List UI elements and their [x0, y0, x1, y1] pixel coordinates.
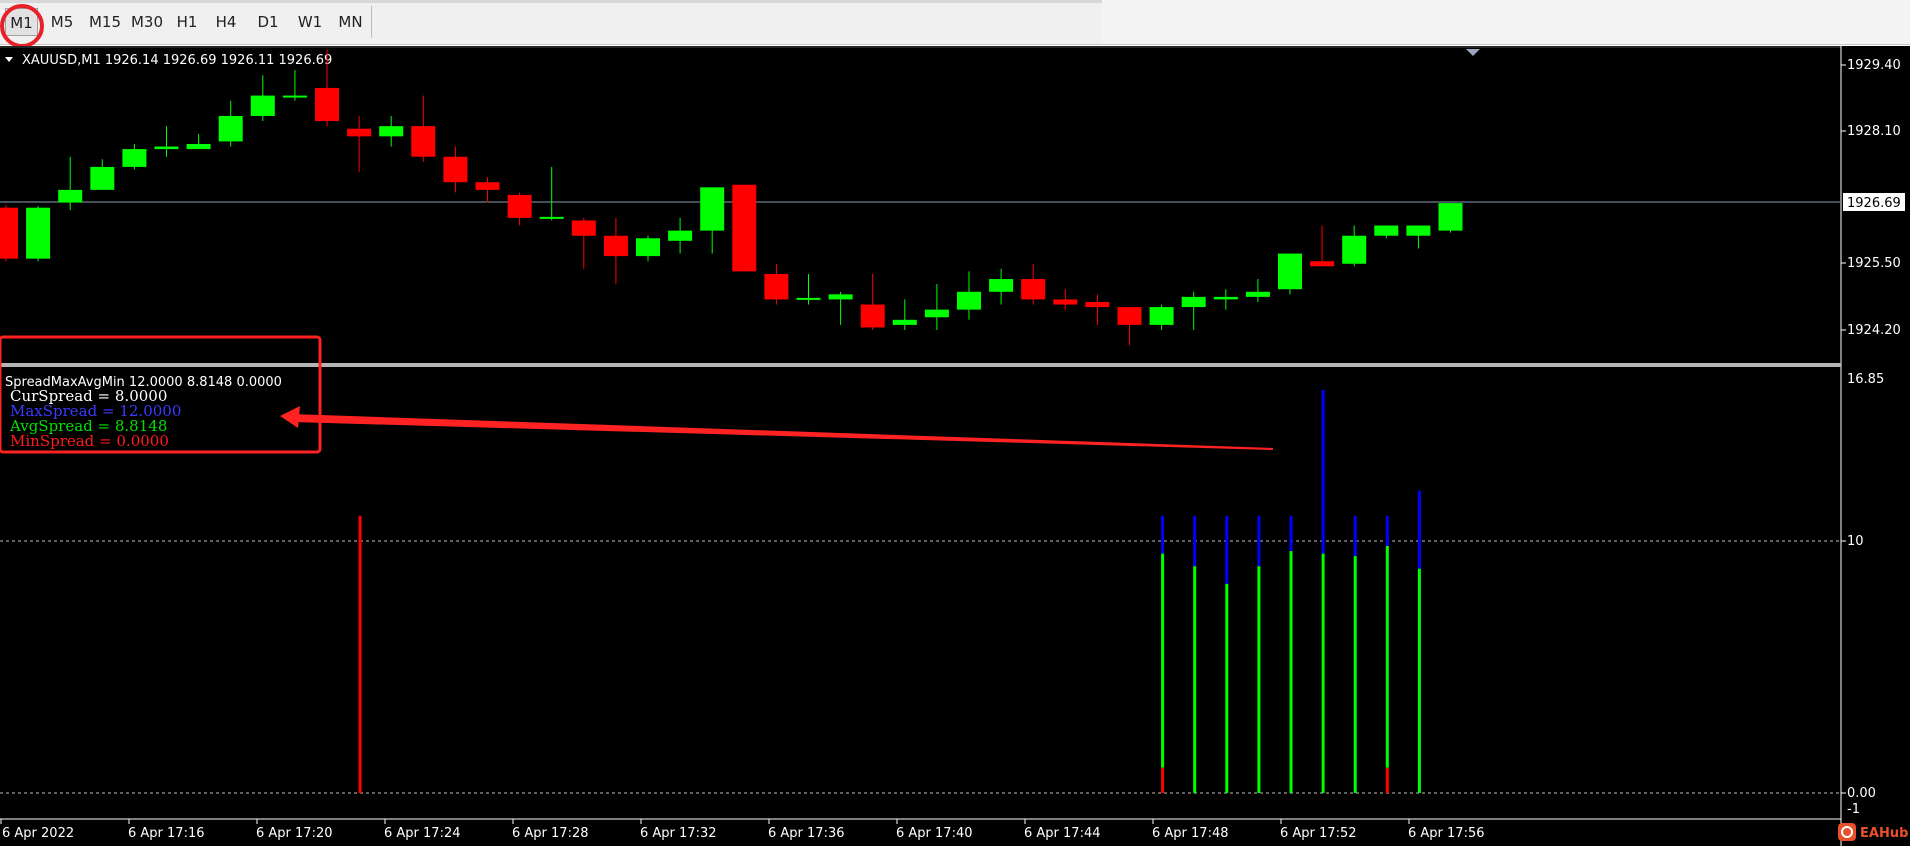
- bear-candle: [0, 207, 18, 259]
- bear-candle: [1021, 279, 1046, 300]
- min-spread-label: MinSpread = 0.0000: [10, 432, 169, 450]
- bear-candle: [443, 156, 468, 183]
- time-label: 6 Apr 17:44: [1024, 826, 1101, 841]
- time-label: 6 Apr 17:20: [256, 826, 333, 841]
- eahub-logo-icon: [1838, 823, 1856, 841]
- bear-candle: [1053, 299, 1078, 305]
- chart-background: [0, 46, 1910, 846]
- tf-m30-button[interactable]: M30: [126, 8, 168, 36]
- bull-candle: [924, 309, 949, 318]
- bull-candle: [1374, 225, 1399, 236]
- time-label: 6 Apr 17:56: [1408, 826, 1485, 841]
- bull-candle: [1342, 235, 1367, 264]
- bear-candle: [347, 128, 372, 137]
- eahub-logo-text: EAHub: [1860, 826, 1908, 841]
- time-label: 6 Apr 17:16: [128, 826, 205, 841]
- bear-candle: [1085, 301, 1110, 308]
- bull-candle: [1149, 307, 1174, 325]
- bull-candle: [218, 115, 243, 142]
- toolbar-right-area: [1102, 0, 1910, 45]
- price-label: 1928.10: [1847, 124, 1901, 139]
- bull-candle: [26, 207, 51, 259]
- tf-w1-button[interactable]: W1: [291, 8, 329, 36]
- time-label: 6 Apr 17:28: [512, 826, 589, 841]
- tf-d1-button[interactable]: D1: [250, 8, 286, 36]
- bear-candle: [732, 184, 757, 272]
- indicator-axis-label: 10: [1847, 534, 1864, 549]
- bear-candle: [1117, 307, 1142, 325]
- eahub-watermark: EAHub: [1838, 823, 1908, 841]
- bull-candle: [154, 146, 179, 150]
- bull-candle: [636, 238, 660, 257]
- bull-candle: [700, 187, 725, 231]
- tf-m5-button[interactable]: M5: [44, 8, 80, 36]
- bull-candle: [539, 216, 564, 219]
- bear-candle: [507, 194, 532, 218]
- time-label: 6 Apr 2022: [2, 826, 74, 841]
- bull-candle: [892, 319, 917, 325]
- bull-candle: [122, 149, 147, 167]
- symbol-info: XAUUSD,M1 1926.14 1926.69 1926.11 1926.6…: [22, 53, 332, 68]
- bull-candle: [379, 126, 404, 137]
- bull-candle: [796, 297, 821, 300]
- bull-candle: [1213, 296, 1238, 300]
- bull-candle: [1406, 225, 1431, 236]
- bear-candle: [1310, 261, 1335, 267]
- bear-candle: [475, 182, 500, 190]
- toolbar-separator: [371, 6, 372, 38]
- bull-candle: [1278, 253, 1302, 290]
- bull-candle: [957, 291, 981, 310]
- tf-h4-button[interactable]: H4: [209, 8, 243, 36]
- price-label: 1924.20: [1847, 323, 1901, 338]
- pane-separator[interactable]: [0, 363, 1841, 367]
- bull-candle: [668, 230, 693, 241]
- price-label: 1925.50: [1847, 256, 1901, 271]
- bull-candle: [90, 166, 115, 190]
- bull-candle: [989, 279, 1014, 292]
- time-label: 6 Apr 17:24: [384, 826, 461, 841]
- time-label: 6 Apr 17:52: [1280, 826, 1357, 841]
- time-label: 6 Apr 17:32: [640, 826, 717, 841]
- bull-candle: [1181, 296, 1206, 308]
- tf-h1-button[interactable]: H1: [170, 8, 204, 36]
- tf-m15-button[interactable]: M15: [85, 8, 125, 36]
- bear-candle: [411, 126, 436, 157]
- bull-candle: [1438, 203, 1463, 231]
- bull-candle: [58, 189, 83, 203]
- bull-candle: [282, 95, 307, 98]
- bear-candle: [764, 273, 789, 300]
- price-label: 1929.40: [1847, 58, 1901, 73]
- time-label: 6 Apr 17:40: [896, 826, 973, 841]
- bear-candle: [571, 220, 596, 236]
- toolbar-top-border: [0, 0, 1102, 3]
- time-label: 6 Apr 17:48: [1152, 826, 1229, 841]
- bear-candle: [860, 304, 885, 328]
- chart-window[interactable]: XAUUSD,M1 1926.14 1926.69 1926.11 1926.6…: [0, 46, 1910, 846]
- bull-candle: [250, 95, 275, 116]
- bear-candle: [603, 235, 628, 257]
- indicator-axis-label: 0.00: [1847, 786, 1876, 801]
- indicator-axis-label: -1: [1847, 802, 1860, 817]
- current-price-label: 1926.69: [1847, 196, 1901, 211]
- time-label: 6 Apr 17:36: [768, 826, 845, 841]
- indicator-axis-label: 16.85: [1847, 372, 1884, 387]
- bull-candle: [828, 294, 853, 300]
- bull-candle: [186, 143, 211, 150]
- tf-m1-button[interactable]: M1: [5, 8, 38, 36]
- bull-candle: [1245, 291, 1270, 297]
- bear-candle: [315, 87, 339, 122]
- tf-mn-button[interactable]: MN: [333, 8, 368, 36]
